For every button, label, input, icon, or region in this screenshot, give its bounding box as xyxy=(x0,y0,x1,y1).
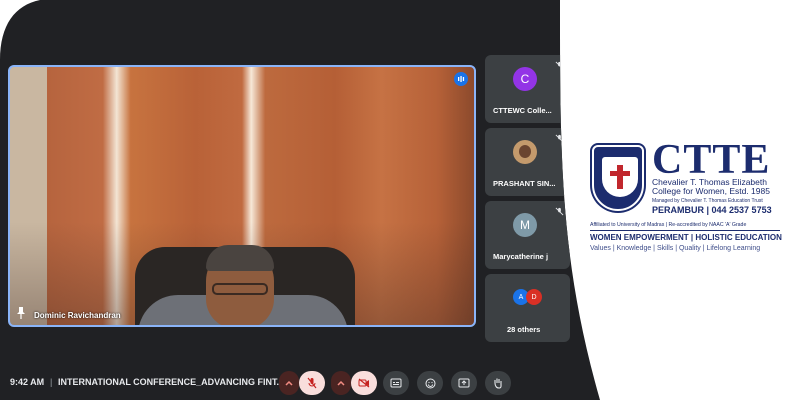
camera-off-icon xyxy=(358,378,370,388)
camera-options-button[interactable] xyxy=(331,371,351,395)
others-count: 28 others xyxy=(507,325,541,334)
speaker-hair xyxy=(206,245,274,271)
captions-icon xyxy=(390,378,402,388)
participant-tile-marycatherine[interactable]: M Marycatherine j xyxy=(485,201,570,269)
emoji-icon xyxy=(425,378,436,389)
participant-name: Dominic Ravichandran xyxy=(34,311,121,320)
mic-toggle-button[interactable] xyxy=(299,371,325,395)
college-logo: CTTE Chevalier T. Thomas Elizabeth Colle… xyxy=(590,137,790,260)
mic-off-icon xyxy=(555,61,564,72)
raise-hand-button[interactable] xyxy=(485,371,511,395)
speaking-indicator-icon xyxy=(454,72,468,86)
meeting-title: INTERNATIONAL CONFERENCE_ADVANCING FINT.… xyxy=(58,377,285,387)
emoji-button[interactable] xyxy=(417,371,443,395)
participant-label: Marycatherine j xyxy=(493,252,549,261)
crest-icon xyxy=(592,145,644,211)
camera-toggle-button[interactable] xyxy=(351,371,377,395)
pin-icon[interactable] xyxy=(16,307,28,319)
avatar: C xyxy=(513,67,537,91)
divider-line xyxy=(590,230,780,231)
college-name: Chevalier T. Thomas Elizabeth College fo… xyxy=(652,178,770,196)
others-tile[interactable]: A D 28 others xyxy=(485,274,570,342)
speaker-glasses xyxy=(212,283,268,295)
divider: | xyxy=(50,377,53,387)
affiliation-text: Affiliated to University of Madras | Re-… xyxy=(590,222,747,228)
participant-tile-prashant[interactable]: PRASHANT SIN... xyxy=(485,128,570,196)
bottom-bar: 9:42 AM | INTERNATIONAL CONFERENCE_ADVAN… xyxy=(0,366,560,400)
present-icon xyxy=(458,378,470,388)
participant-label: PRASHANT SIN... xyxy=(493,179,556,188)
main-speaker-tile[interactable]: Dominic Ravichandran xyxy=(8,65,476,327)
chevron-up-icon xyxy=(337,380,345,386)
avatar: M xyxy=(513,213,537,237)
mic-off-icon xyxy=(555,207,564,218)
others-avatars: A D xyxy=(513,289,542,305)
mic-options-button[interactable] xyxy=(279,371,299,395)
captions-button[interactable] xyxy=(383,371,409,395)
avatar: D xyxy=(526,289,542,305)
mic-off-icon xyxy=(307,377,317,389)
screen: Dominic Ravichandran C CTTEWC Colle... P… xyxy=(0,0,800,400)
mic-off-icon xyxy=(555,134,564,145)
avatar-photo xyxy=(513,140,537,164)
chevron-up-icon xyxy=(285,380,293,386)
values-text: Values | Knowledge | Skills | Quality | … xyxy=(590,245,761,252)
participant-label: CTTEWC Colle... xyxy=(493,106,552,115)
present-button[interactable] xyxy=(451,371,477,395)
college-line-2: College for Women, Estd. 1985 xyxy=(652,186,770,196)
participant-tile-cttewc[interactable]: C CTTEWC Colle... xyxy=(485,55,570,123)
tagline: WOMEN EMPOWERMENT | HOLISTIC EDUCATION xyxy=(590,233,782,242)
clock: 9:42 AM xyxy=(10,377,45,387)
hand-icon xyxy=(493,377,503,389)
location-phone: PERAMBUR | 044 2537 5753 xyxy=(652,205,772,215)
trust-text: Managed by Chevalier T. Thomas Education… xyxy=(652,198,763,204)
meet-window: Dominic Ravichandran C CTTEWC Colle... P… xyxy=(0,0,600,400)
